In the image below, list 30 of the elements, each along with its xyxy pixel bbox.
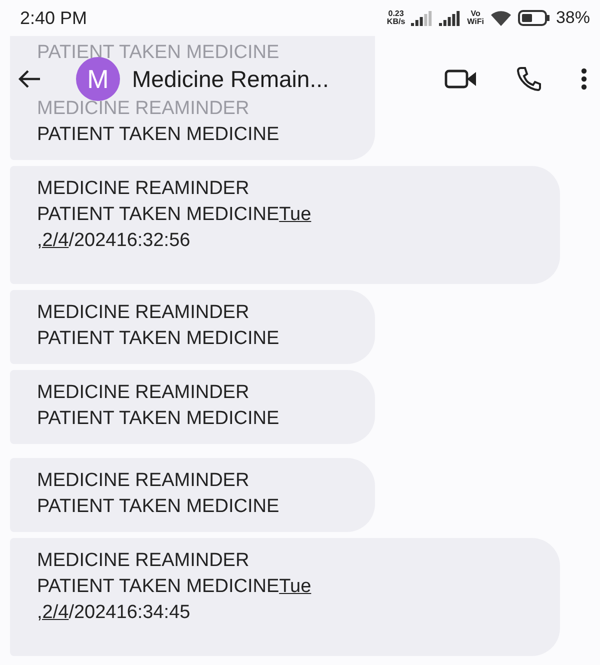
wifi-icon — [490, 10, 512, 26]
data-speed: 0.23 KB/s — [386, 10, 406, 26]
message-text: /202416:34:45 — [68, 602, 190, 623]
battery-percent: 38% — [556, 7, 590, 30]
message-text: PATIENT TAKEN MEDICINE — [37, 576, 280, 597]
back-icon[interactable] — [18, 69, 42, 89]
message-text: PATIENT TAKEN MEDICINE — [37, 327, 280, 351]
message-text: MEDICINE REAMINDER — [37, 469, 250, 493]
message-text: MEDICINE REAMINDER — [37, 301, 250, 325]
message-text: MEDICINE REAMINDER — [37, 549, 250, 573]
message-text: PATIENT TAKEN MEDICINE — [37, 204, 280, 225]
contact-name: Medicine Remain... — [132, 64, 329, 94]
date-link[interactable]: Tue — [279, 576, 312, 597]
signal-icon — [439, 10, 462, 26]
message-text: MEDICINE REAMINDER — [37, 381, 250, 405]
message-text: PATIENT TAKEN MEDICINE — [37, 407, 280, 431]
signal-icon — [411, 10, 434, 26]
message-text: /202416:32:56 — [68, 230, 190, 251]
status-time: 2:40 PM — [20, 6, 88, 30]
message-text: MEDICINE REAMINDER — [37, 177, 250, 201]
message-text: PATIENT TAKEN MEDICINE — [37, 495, 280, 519]
phone-icon[interactable] — [516, 66, 542, 92]
vowifi-label: Vo WiFi — [467, 10, 484, 26]
battery-icon — [518, 10, 550, 26]
date-link[interactable]: Tue — [279, 204, 312, 225]
date-link[interactable]: ,2/4 — [37, 602, 69, 623]
date-link[interactable]: ,2/4 — [37, 230, 69, 251]
more-options-icon[interactable] — [580, 67, 588, 91]
message-text: PATIENT TAKEN MEDICINE — [37, 123, 280, 147]
video-call-icon[interactable] — [444, 68, 478, 90]
